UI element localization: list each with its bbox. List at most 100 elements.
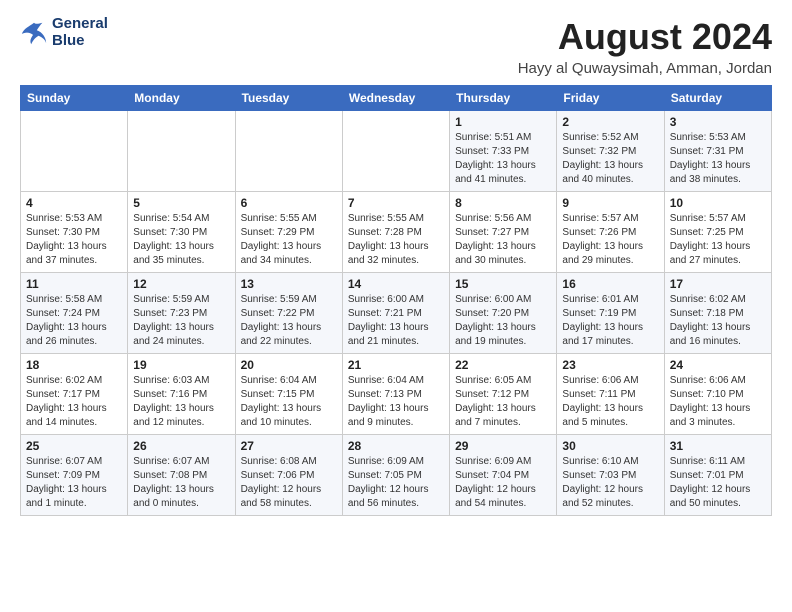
day-number: 19 [133, 358, 229, 372]
day-cell [342, 111, 449, 192]
day-cell [128, 111, 235, 192]
day-cell: 2 Sunrise: 5:52 AM Sunset: 7:32 PM Daylig… [557, 111, 664, 192]
day-cell: 6Sunrise: 5:55 AM Sunset: 7:29 PM Daylig… [235, 192, 342, 273]
day-info: Sunrise: 6:00 AM Sunset: 7:20 PM Dayligh… [455, 293, 551, 349]
day-info: Sunrise: 6:07 AM Sunset: 7:09 PM Dayligh… [26, 455, 122, 511]
day-info: Sunrise: 5:55 AM Sunset: 7:28 PM Dayligh… [348, 212, 444, 268]
day-info: Sunrise: 5:57 AM Sunset: 7:25 PM Dayligh… [670, 212, 766, 268]
day-number: 20 [241, 358, 337, 372]
day-number: 21 [348, 358, 444, 372]
day-info: Sunrise: 6:05 AM Sunset: 7:12 PM Dayligh… [455, 374, 551, 430]
day-cell: 11Sunrise: 5:58 AM Sunset: 7:24 PM Dayli… [21, 273, 128, 354]
day-info: Sunrise: 6:09 AM Sunset: 7:05 PM Dayligh… [348, 455, 444, 511]
day-number: 8 [455, 196, 551, 210]
month-title: August 2024 [518, 16, 772, 58]
day-cell: 10 Sunrise: 5:57 AM Sunset: 7:25 PM Dayli… [664, 192, 771, 273]
weekday-header-wednesday: Wednesday [342, 86, 449, 111]
day-cell: 18Sunrise: 6:02 AM Sunset: 7:17 PM Dayli… [21, 354, 128, 435]
day-info: Sunrise: 5:54 AM Sunset: 7:30 PM Dayligh… [133, 212, 229, 268]
weekday-header-thursday: Thursday [450, 86, 557, 111]
day-number: 28 [348, 439, 444, 453]
day-info: Sunrise: 5:59 AM Sunset: 7:23 PM Dayligh… [133, 293, 229, 349]
day-cell: 5 Sunrise: 5:54 AM Sunset: 7:30 PM Daylig… [128, 192, 235, 273]
day-number: 10 [670, 196, 766, 210]
day-info: Sunrise: 5:53 AM Sunset: 7:31 PM Dayligh… [670, 131, 766, 187]
day-cell: 19Sunrise: 6:03 AM Sunset: 7:16 PM Dayli… [128, 354, 235, 435]
week-row-0: 1Sunrise: 5:51 AM Sunset: 7:33 PM Daylig… [21, 111, 772, 192]
day-cell: 24Sunrise: 6:06 AM Sunset: 7:10 PM Dayli… [664, 354, 771, 435]
day-number: 29 [455, 439, 551, 453]
day-cell: 12 Sunrise: 5:59 AM Sunset: 7:23 PM Dayli… [128, 273, 235, 354]
day-cell: 27 Sunrise: 6:08 AM Sunset: 7:06 PM Dayli… [235, 435, 342, 516]
day-number: 14 [348, 277, 444, 291]
day-info: Sunrise: 6:02 AM Sunset: 7:17 PM Dayligh… [26, 374, 122, 430]
day-info: Sunrise: 6:09 AM Sunset: 7:04 PM Dayligh… [455, 455, 551, 511]
page-header: General Blue August 2024 Hayy al Quwaysi… [20, 16, 772, 77]
day-number: 9 [562, 196, 658, 210]
day-info: Sunrise: 6:02 AM Sunset: 7:18 PM Dayligh… [670, 293, 766, 349]
day-cell: 14 Sunrise: 6:00 AM Sunset: 7:21 PM Dayli… [342, 273, 449, 354]
week-row-1: 4 Sunrise: 5:53 AM Sunset: 7:30 PM Daylig… [21, 192, 772, 273]
day-number: 7 [348, 196, 444, 210]
day-number: 4 [26, 196, 122, 210]
day-cell: 4 Sunrise: 5:53 AM Sunset: 7:30 PM Daylig… [21, 192, 128, 273]
day-cell: 31 Sunrise: 6:11 AM Sunset: 7:01 PM Dayli… [664, 435, 771, 516]
day-info: Sunrise: 6:06 AM Sunset: 7:11 PM Dayligh… [562, 374, 658, 430]
day-number: 5 [133, 196, 229, 210]
day-info: Sunrise: 5:53 AM Sunset: 7:30 PM Dayligh… [26, 212, 122, 268]
day-cell: 8 Sunrise: 5:56 AM Sunset: 7:27 PM Daylig… [450, 192, 557, 273]
day-info: Sunrise: 6:08 AM Sunset: 7:06 PM Dayligh… [241, 455, 337, 511]
day-cell [235, 111, 342, 192]
day-cell: 26 Sunrise: 6:07 AM Sunset: 7:08 PM Dayli… [128, 435, 235, 516]
day-cell: 20 Sunrise: 6:04 AM Sunset: 7:15 PM Dayli… [235, 354, 342, 435]
day-info: Sunrise: 6:07 AM Sunset: 7:08 PM Dayligh… [133, 455, 229, 511]
day-number: 15 [455, 277, 551, 291]
day-info: Sunrise: 6:00 AM Sunset: 7:21 PM Dayligh… [348, 293, 444, 349]
day-cell: 15 Sunrise: 6:00 AM Sunset: 7:20 PM Dayli… [450, 273, 557, 354]
day-info: Sunrise: 6:04 AM Sunset: 7:15 PM Dayligh… [241, 374, 337, 430]
location-title: Hayy al Quwaysimah, Amman, Jordan [518, 60, 772, 77]
day-cell: 29 Sunrise: 6:09 AM Sunset: 7:04 PM Dayli… [450, 435, 557, 516]
day-number: 11 [26, 277, 122, 291]
weekday-header-monday: Monday [128, 86, 235, 111]
day-number: 2 [562, 115, 658, 129]
day-number: 1 [455, 115, 551, 129]
calendar-table: SundayMondayTuesdayWednesdayThursdayFrid… [20, 85, 772, 516]
day-cell: 17 Sunrise: 6:02 AM Sunset: 7:18 PM Dayli… [664, 273, 771, 354]
day-cell: 7 Sunrise: 5:55 AM Sunset: 7:28 PM Daylig… [342, 192, 449, 273]
day-info: Sunrise: 6:06 AM Sunset: 7:10 PM Dayligh… [670, 374, 766, 430]
day-cell: 21Sunrise: 6:04 AM Sunset: 7:13 PM Dayli… [342, 354, 449, 435]
week-row-4: 25 Sunrise: 6:07 AM Sunset: 7:09 PM Dayli… [21, 435, 772, 516]
day-number: 12 [133, 277, 229, 291]
day-cell [21, 111, 128, 192]
day-info: Sunrise: 6:01 AM Sunset: 7:19 PM Dayligh… [562, 293, 658, 349]
weekday-header-tuesday: Tuesday [235, 86, 342, 111]
weekday-header-friday: Friday [557, 86, 664, 111]
weekday-header-row: SundayMondayTuesdayWednesdayThursdayFrid… [21, 86, 772, 111]
day-number: 17 [670, 277, 766, 291]
weekday-header-saturday: Saturday [664, 86, 771, 111]
day-cell: 30 Sunrise: 6:10 AM Sunset: 7:03 PM Dayli… [557, 435, 664, 516]
day-number: 25 [26, 439, 122, 453]
title-area: August 2024 Hayy al Quwaysimah, Amman, J… [518, 16, 772, 77]
day-info: Sunrise: 5:59 AM Sunset: 7:22 PM Dayligh… [241, 293, 337, 349]
day-cell: 23Sunrise: 6:06 AM Sunset: 7:11 PM Dayli… [557, 354, 664, 435]
day-cell: 1Sunrise: 5:51 AM Sunset: 7:33 PM Daylig… [450, 111, 557, 192]
day-number: 27 [241, 439, 337, 453]
day-info: Sunrise: 5:52 AM Sunset: 7:32 PM Dayligh… [562, 131, 658, 187]
day-cell: 16Sunrise: 6:01 AM Sunset: 7:19 PM Dayli… [557, 273, 664, 354]
day-info: Sunrise: 6:10 AM Sunset: 7:03 PM Dayligh… [562, 455, 658, 511]
day-number: 31 [670, 439, 766, 453]
day-number: 13 [241, 277, 337, 291]
day-number: 30 [562, 439, 658, 453]
day-cell: 9Sunrise: 5:57 AM Sunset: 7:26 PM Daylig… [557, 192, 664, 273]
calendar-body: 1Sunrise: 5:51 AM Sunset: 7:33 PM Daylig… [21, 111, 772, 516]
day-cell: 3 Sunrise: 5:53 AM Sunset: 7:31 PM Daylig… [664, 111, 771, 192]
day-info: Sunrise: 6:11 AM Sunset: 7:01 PM Dayligh… [670, 455, 766, 511]
day-number: 3 [670, 115, 766, 129]
day-info: Sunrise: 5:56 AM Sunset: 7:27 PM Dayligh… [455, 212, 551, 268]
day-number: 26 [133, 439, 229, 453]
day-cell: 22 Sunrise: 6:05 AM Sunset: 7:12 PM Dayli… [450, 354, 557, 435]
day-number: 22 [455, 358, 551, 372]
day-info: Sunrise: 5:55 AM Sunset: 7:29 PM Dayligh… [241, 212, 337, 268]
